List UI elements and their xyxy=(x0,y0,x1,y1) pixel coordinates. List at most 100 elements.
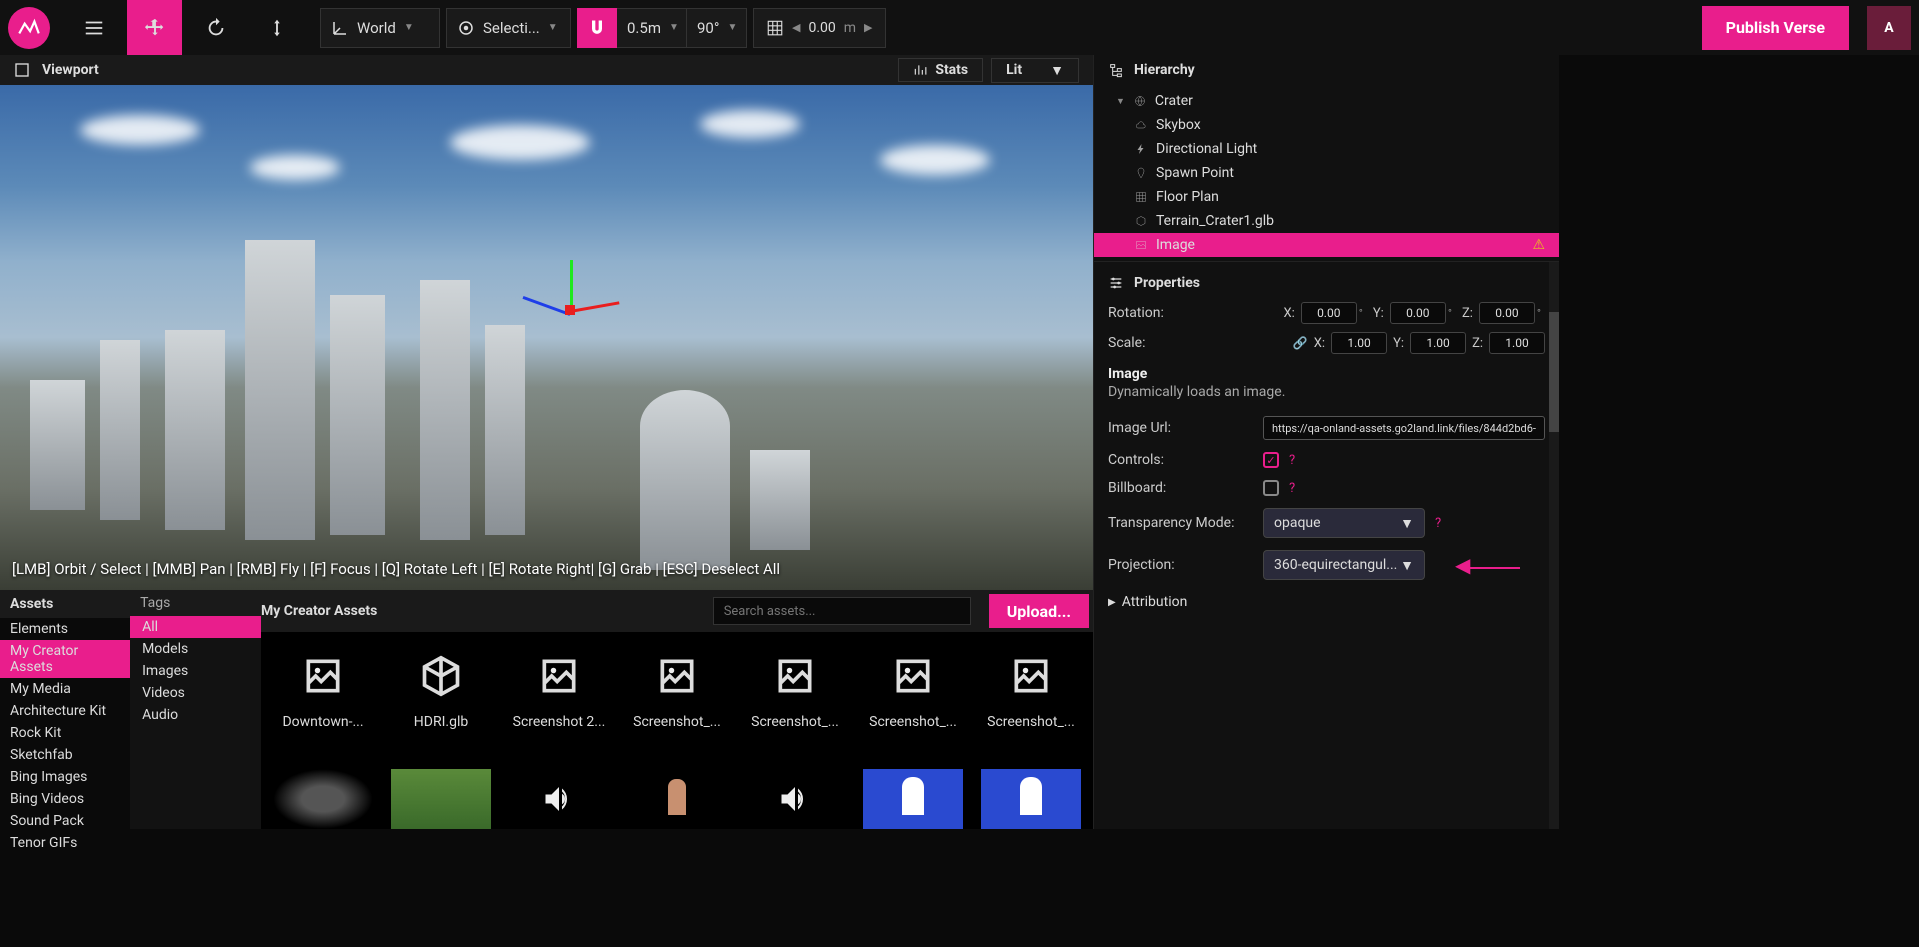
library-item[interactable]: Rock Kit xyxy=(0,722,130,744)
scale-x-input[interactable] xyxy=(1331,332,1387,354)
hierarchy-item[interactable]: Directional Light xyxy=(1094,137,1559,161)
target-icon xyxy=(457,19,475,37)
search-input[interactable] xyxy=(713,597,971,625)
render-mode-dropdown[interactable]: Lit▼ xyxy=(991,58,1079,83)
asset-label: HDRI.glb xyxy=(391,714,491,730)
bolt-icon xyxy=(1134,142,1148,156)
decrement-icon[interactable]: ◀ xyxy=(792,21,800,34)
magnet-icon xyxy=(587,18,607,38)
pivot-dropdown[interactable]: Selecti...▼ xyxy=(446,8,571,48)
rotation-label: Rotation: xyxy=(1108,305,1248,321)
rotation-x-input[interactable] xyxy=(1301,302,1357,324)
cube-icon xyxy=(1134,214,1148,228)
image-icon xyxy=(873,646,953,706)
image-icon xyxy=(991,646,1071,706)
stats-icon xyxy=(913,63,927,77)
hierarchy-item[interactable]: Terrain_Crater1.glb xyxy=(1094,209,1559,233)
asset-thumbnail[interactable] xyxy=(863,769,963,829)
scale-z-input[interactable] xyxy=(1489,332,1545,354)
library-item[interactable]: My Media xyxy=(0,678,130,700)
help-icon[interactable]: ? xyxy=(1435,516,1441,531)
asset-item[interactable]: Screenshot_... xyxy=(627,646,727,755)
controls-checkbox[interactable]: ✓ xyxy=(1263,452,1279,468)
upload-button[interactable]: Upload... xyxy=(989,594,1089,628)
tag-item[interactable]: Videos xyxy=(130,682,261,704)
library-item[interactable]: Sound Pack xyxy=(0,810,130,832)
asset-item[interactable]: Screenshot 2... xyxy=(509,646,609,755)
library-item[interactable]: Architecture Kit xyxy=(0,700,130,722)
asset-thumbnail[interactable] xyxy=(745,769,845,829)
scale-tool[interactable] xyxy=(249,0,304,55)
user-avatar[interactable]: A xyxy=(1867,6,1911,50)
rotation-z-input[interactable] xyxy=(1479,302,1535,324)
hierarchy-item[interactable]: Spawn Point xyxy=(1094,161,1559,185)
stats-button[interactable]: Stats xyxy=(898,58,983,82)
increment-icon[interactable]: ▶ xyxy=(864,21,872,34)
cloud-icon xyxy=(1134,118,1148,132)
asset-item[interactable]: HDRI.glb xyxy=(391,646,491,755)
grid-icon xyxy=(1134,190,1148,204)
grid-size-input[interactable]: ◀ 0.00 m ▶ xyxy=(753,8,886,48)
asset-thumbnail[interactable] xyxy=(981,769,1081,829)
hierarchy-icon xyxy=(1108,62,1124,78)
projection-dropdown[interactable]: 360-equirectangul...▼ xyxy=(1263,550,1425,580)
controls-label: Controls: xyxy=(1108,452,1253,468)
asset-item[interactable]: Downtown-... xyxy=(273,646,373,755)
right-panel: Hierarchy ▼CraterSkyboxDirectional Light… xyxy=(1093,55,1559,829)
asset-thumbnail[interactable] xyxy=(391,769,491,829)
globe-icon xyxy=(1133,94,1147,108)
hierarchy-item[interactable]: Image⚠ xyxy=(1094,233,1559,257)
library-item[interactable]: Elements xyxy=(0,618,130,640)
billboard-checkbox[interactable]: ✓ xyxy=(1263,480,1279,496)
library-item[interactable]: My Creator Assets xyxy=(0,640,130,678)
help-icon[interactable]: ? xyxy=(1289,481,1295,496)
properties-panel: Properties Rotation: X:° Y:° Z:° Scale: … xyxy=(1094,261,1559,829)
library-item[interactable]: Tenor GIFs xyxy=(0,832,130,854)
transparency-dropdown[interactable]: opaque▼ xyxy=(1263,508,1425,538)
tag-item[interactable]: All xyxy=(130,616,261,638)
asset-thumbnail[interactable] xyxy=(627,769,727,829)
scrollbar[interactable] xyxy=(1549,262,1559,829)
viewport-canvas[interactable]: [LMB] Orbit / Select | [MMB] Pan | [RMB]… xyxy=(0,85,1093,590)
asset-item[interactable]: Screenshot_... xyxy=(745,646,845,755)
image-icon xyxy=(519,646,599,706)
asset-label: Downtown-... xyxy=(273,714,373,730)
annotation-arrow: ◀ xyxy=(1435,553,1520,577)
projection-label: Projection: xyxy=(1108,557,1253,573)
viewport-header: Viewport Stats Lit▼ xyxy=(0,55,1093,85)
attribution-toggle[interactable]: ▶Attribution xyxy=(1094,586,1559,618)
app-logo[interactable] xyxy=(8,7,50,49)
coord-space-dropdown[interactable]: World▼ xyxy=(320,8,440,48)
tag-item[interactable]: Models xyxy=(130,638,261,660)
asset-item[interactable]: Screenshot_... xyxy=(981,646,1081,755)
rotate-tool[interactable] xyxy=(188,0,243,55)
tags-title: Tags xyxy=(130,590,261,616)
assets-panel: Assets ElementsMy Creator AssetsMy Media… xyxy=(0,590,1093,829)
asset-thumbnail[interactable] xyxy=(273,769,373,829)
asset-library-list: Assets ElementsMy Creator AssetsMy Media… xyxy=(0,590,130,829)
library-item[interactable]: Bing Images xyxy=(0,766,130,788)
snap-distance-dropdown[interactable]: 0.5m▼ xyxy=(617,8,687,48)
move-tool[interactable] xyxy=(127,0,182,55)
transform-gizmo[interactable] xyxy=(530,270,610,350)
hierarchy-item[interactable]: Skybox xyxy=(1094,113,1559,137)
image-section-title: Image xyxy=(1094,358,1559,384)
snap-toggle[interactable] xyxy=(577,8,617,48)
image-url-input[interactable] xyxy=(1263,416,1545,440)
help-icon[interactable]: ? xyxy=(1289,453,1295,468)
publish-button[interactable]: Publish Verse xyxy=(1702,6,1849,50)
asset-item[interactable]: Screenshot_... xyxy=(863,646,963,755)
snap-angle-dropdown[interactable]: 90°▼ xyxy=(687,8,747,48)
rotation-y-input[interactable] xyxy=(1390,302,1446,324)
tag-item[interactable]: Images xyxy=(130,660,261,682)
asset-thumbnail[interactable] xyxy=(509,769,609,829)
hierarchy-item[interactable]: ▼Crater xyxy=(1094,89,1559,113)
link-icon[interactable]: 🔗 xyxy=(1293,336,1308,350)
library-item[interactable]: Bing Videos xyxy=(0,788,130,810)
menu-button[interactable] xyxy=(66,0,121,55)
tag-item[interactable]: Audio xyxy=(130,704,261,726)
sliders-icon xyxy=(1108,275,1124,291)
hierarchy-item[interactable]: Floor Plan xyxy=(1094,185,1559,209)
library-item[interactable]: Sketchfab xyxy=(0,744,130,766)
scale-y-input[interactable] xyxy=(1410,332,1466,354)
